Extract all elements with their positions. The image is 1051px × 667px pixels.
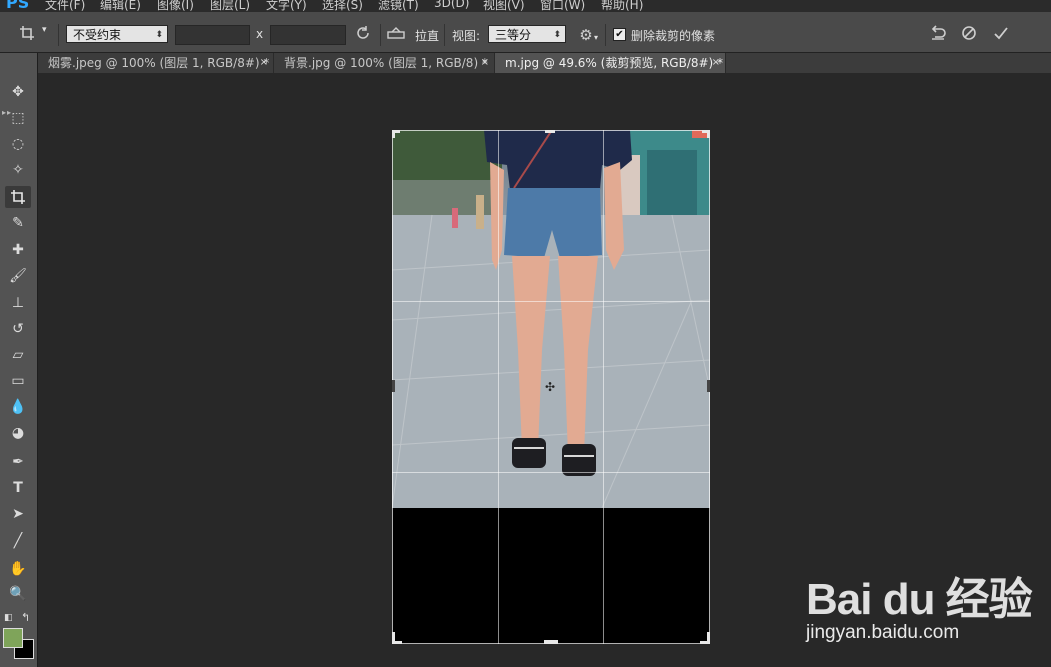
menu-select[interactable]: 选择(S) bbox=[322, 0, 363, 12]
chevron-down-icon[interactable]: ▾ bbox=[42, 25, 47, 35]
hand-tool-icon[interactable]: ✋ bbox=[5, 558, 31, 580]
brush-tool-icon[interactable]: 🖌 bbox=[5, 265, 31, 287]
crop-width-field[interactable] bbox=[175, 25, 250, 45]
magic-wand-tool-icon[interactable]: ✧ bbox=[5, 159, 31, 181]
menu-3d[interactable]: 3D(D) bbox=[434, 0, 469, 10]
tab-document-active[interactable]: m.jpg @ 49.6% (裁剪预览, RGB/8#) * × bbox=[495, 53, 726, 73]
gear-icon[interactable]: ⚙ bbox=[576, 25, 596, 45]
marquee-tool-icon[interactable]: ⬚ bbox=[5, 107, 31, 129]
tab-label: 背景.jpg @ 100% (图层 1, RGB/8) * bbox=[284, 56, 488, 70]
app-logo: PS bbox=[6, 0, 30, 12]
document-tabs: 烟雾.jpeg @ 100% (图层 1, RGB/8#) * × 背景.jpg… bbox=[38, 53, 1051, 73]
swap-colors-icon[interactable]: ↰ bbox=[21, 611, 30, 624]
delete-cropped-checkbox[interactable]: ✔ bbox=[613, 28, 626, 41]
eyedropper-tool-icon[interactable]: ✎ bbox=[5, 212, 31, 234]
commit-check-icon[interactable] bbox=[991, 25, 1011, 45]
cancel-icon[interactable] bbox=[959, 25, 979, 45]
stepper-arrows-icon: ⬍ bbox=[553, 30, 561, 40]
crop-handle-top-left[interactable] bbox=[392, 130, 395, 138]
clone-stamp-tool-icon[interactable]: ⊥ bbox=[5, 292, 31, 314]
menu-view[interactable]: 视图(V) bbox=[483, 0, 525, 12]
path-selection-tool-icon[interactable]: ➤ bbox=[5, 503, 31, 525]
overlay-view-value: 三等分 bbox=[495, 28, 532, 42]
close-icon[interactable]: × bbox=[712, 53, 720, 73]
dodge-tool-icon[interactable]: ◕ bbox=[5, 422, 31, 444]
chevron-down-icon[interactable]: ▾ bbox=[594, 33, 598, 42]
crop-handle-right[interactable] bbox=[707, 380, 710, 392]
crop-handle-top[interactable] bbox=[545, 130, 555, 133]
reset-icon[interactable] bbox=[928, 25, 948, 45]
type-tool-icon[interactable]: T bbox=[5, 477, 31, 499]
tab-document[interactable]: 烟雾.jpeg @ 100% (图层 1, RGB/8#) * × bbox=[38, 53, 274, 73]
crop-preset-icon[interactable] bbox=[17, 25, 37, 45]
watermark-url: jingyan.baidu.com bbox=[806, 622, 960, 643]
divider bbox=[444, 24, 445, 46]
menu-edit[interactable]: 编辑(E) bbox=[100, 0, 141, 12]
crop-handle-bottom-right[interactable] bbox=[707, 632, 710, 644]
crop-handle-bottom-left[interactable] bbox=[392, 632, 395, 644]
menu-help[interactable]: 帮助(H) bbox=[601, 0, 643, 12]
healing-brush-tool-icon[interactable]: ✚ bbox=[5, 239, 31, 261]
line-tool-icon[interactable]: ╱ bbox=[5, 530, 31, 552]
ratio-preset-value: 不受约束 bbox=[73, 28, 122, 42]
straighten-button[interactable]: 拉直 bbox=[415, 27, 439, 44]
menu-file[interactable]: 文件(F) bbox=[45, 0, 85, 12]
menu-type[interactable]: 文字(Y) bbox=[266, 0, 307, 12]
options-bar: ▾ 不受约束 ⬍ x 拉直 视图: 三等分 ⬍ ⚙ ▾ ✔ 删除裁剪的像素 bbox=[0, 12, 1051, 53]
menu-filter[interactable]: 滤镜(T) bbox=[378, 0, 419, 12]
tab-label: m.jpg @ 49.6% (裁剪预览, RGB/8#) * bbox=[505, 56, 724, 70]
view-label: 视图: bbox=[452, 29, 481, 43]
default-colors-icon[interactable]: ◧ bbox=[4, 613, 13, 623]
crop-handle-bottom[interactable] bbox=[544, 640, 558, 644]
eraser-tool-icon[interactable]: ▱ bbox=[5, 344, 31, 366]
swap-dimensions-icon[interactable] bbox=[353, 25, 373, 45]
divider bbox=[380, 24, 381, 46]
crop-tool-icon[interactable] bbox=[5, 186, 31, 208]
blur-tool-icon[interactable]: 💧 bbox=[5, 396, 31, 418]
foreground-color-swatch[interactable] bbox=[3, 628, 23, 648]
divider bbox=[58, 24, 59, 46]
tools-panel: ▸▸ ✥ ⬚ ◌ ✧ ✎ ✚ 🖌 ⊥ ↺ ▱ ▭ 💧 ◕ ✒ T ➤ ╱ ✋ 🔍 bbox=[0, 53, 38, 667]
gradient-tool-icon[interactable]: ▭ bbox=[5, 370, 31, 392]
tab-label: 烟雾.jpeg @ 100% (图层 1, RGB/8#) * bbox=[48, 56, 270, 70]
pen-tool-icon[interactable]: ✒ bbox=[5, 451, 31, 473]
menu-window[interactable]: 窗口(W) bbox=[540, 0, 585, 12]
close-icon[interactable]: × bbox=[481, 53, 489, 73]
close-icon[interactable]: × bbox=[260, 53, 268, 73]
ratio-preset-select[interactable]: 不受约束 ⬍ bbox=[66, 25, 168, 43]
move-tool-icon[interactable]: ✥ bbox=[5, 81, 31, 103]
lasso-tool-icon[interactable]: ◌ bbox=[5, 133, 31, 155]
stepper-arrows-icon: ⬍ bbox=[155, 30, 163, 40]
crop-height-field[interactable] bbox=[270, 25, 346, 45]
straighten-icon[interactable] bbox=[386, 25, 406, 45]
times-sign: x bbox=[256, 27, 264, 41]
tab-document[interactable]: 背景.jpg @ 100% (图层 1, RGB/8) * × bbox=[274, 53, 495, 73]
menu-layer[interactable]: 图层(L) bbox=[210, 0, 250, 12]
delete-cropped-label: 删除裁剪的像素 bbox=[631, 29, 716, 43]
crop-center-icon: ✣ bbox=[545, 380, 556, 394]
crop-handle-left[interactable] bbox=[392, 380, 395, 392]
menu-bar: PS 文件(F) 编辑(E) 图像(I) 图层(L) 文字(Y) 选择(S) 滤… bbox=[0, 0, 1051, 12]
crop-handle-top-right[interactable] bbox=[707, 130, 710, 138]
overlay-view-select[interactable]: 三等分 ⬍ bbox=[488, 25, 566, 43]
menu-image[interactable]: 图像(I) bbox=[157, 0, 194, 12]
zoom-tool-icon[interactable]: 🔍 bbox=[5, 583, 31, 605]
history-brush-tool-icon[interactable]: ↺ bbox=[5, 318, 31, 340]
watermark-logo: Bai du 经验 bbox=[806, 575, 1033, 624]
divider bbox=[605, 24, 606, 46]
